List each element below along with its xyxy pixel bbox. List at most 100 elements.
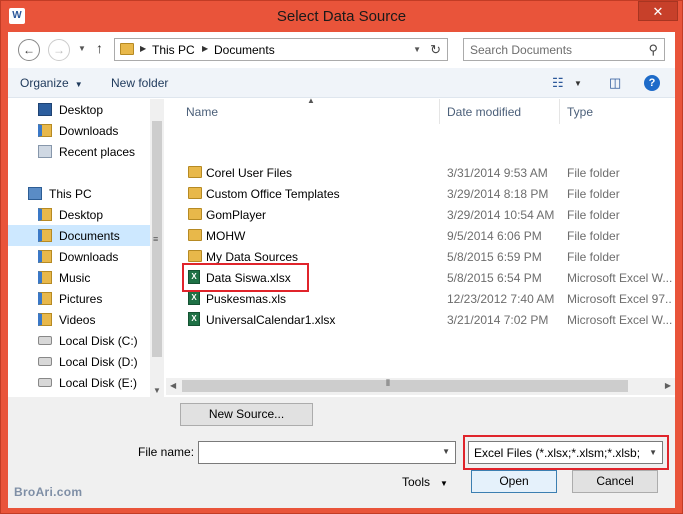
tools-button[interactable]: Tools ▼ — [402, 475, 448, 489]
file-date: 5/8/2015 6:54 PM — [447, 271, 542, 285]
nav-item-local-disk-d[interactable]: Local Disk (D:) — [8, 351, 150, 372]
excel-file-icon: X — [188, 312, 200, 326]
search-box[interactable]: Search Documents ⚲ — [463, 38, 665, 61]
dialog-client: ← → ▼ ↑ ▶ This PC ▶ Documents ▼ ↻ Search… — [8, 32, 675, 508]
address-dropdown-icon[interactable]: ▼ — [413, 45, 421, 54]
folder-icon — [120, 43, 134, 55]
file-type: Microsoft Excel W... — [567, 271, 672, 285]
search-input[interactable]: Search Documents — [470, 43, 572, 57]
file-type: File folder — [567, 229, 620, 243]
scrollbar-grip-icon: ≡ — [153, 234, 159, 244]
highlight-annotation — [182, 263, 309, 292]
nav-item-recent-places[interactable]: Recent places — [8, 141, 150, 162]
cancel-button[interactable]: Cancel — [572, 470, 658, 493]
file-name-field[interactable]: ▼ — [198, 441, 456, 464]
folder-icon — [188, 166, 202, 178]
navigation-bar: ← → ▼ ↑ ▶ This PC ▶ Documents ▼ ↻ Search… — [8, 32, 675, 68]
organize-button[interactable]: Organize ▼ — [20, 76, 83, 90]
nav-item-label: Local Disk (E:) — [59, 376, 138, 390]
table-row[interactable]: Custom Office Templates 3/29/2014 8:18 P… — [166, 183, 666, 204]
nav-item-this-pc[interactable]: This PC — [8, 183, 150, 204]
table-row[interactable]: Corel User Files 3/31/2014 9:53 AM File … — [166, 162, 666, 183]
view-options-icon[interactable]: ☷ — [552, 75, 564, 91]
videos-folder-icon — [38, 313, 52, 326]
breadcrumb-separator-icon: ▶ — [140, 44, 147, 53]
file-date: 5/8/2015 6:59 PM — [447, 250, 542, 264]
nav-item-documents[interactable]: Documents — [8, 225, 150, 246]
folder-icon — [188, 229, 202, 241]
scroll-down-icon[interactable]: ▼ — [153, 386, 161, 395]
column-header-date[interactable]: Date modified — [440, 99, 560, 124]
refresh-icon[interactable]: ↻ — [430, 42, 441, 58]
breadcrumb-separator-icon: ▶ — [202, 44, 209, 53]
breadcrumb-documents[interactable]: Documents — [214, 43, 275, 57]
file-name-label: File name: — [138, 445, 195, 459]
nav-item-label: Videos — [59, 313, 96, 327]
documents-folder-icon — [38, 229, 52, 242]
title-bar[interactable]: W Select Data Source ✕ — [1, 1, 682, 32]
nav-item-videos[interactable]: Videos — [8, 309, 150, 330]
column-header-name[interactable]: Name ▲ — [166, 96, 440, 124]
file-type: File folder — [567, 208, 620, 222]
highlight-annotation — [463, 435, 669, 470]
table-row[interactable]: MOHW 9/5/2014 6:06 PM File folder — [166, 225, 666, 246]
nav-pane-scrollbar[interactable]: ≡ ▼ — [150, 99, 164, 397]
nav-item-label: Downloads — [59, 124, 119, 138]
open-button[interactable]: Open — [471, 470, 557, 493]
column-header-label: Type — [567, 105, 594, 119]
nav-item-pictures[interactable]: Pictures — [8, 288, 150, 309]
drive-icon — [38, 378, 52, 387]
nav-item-local-disk-c[interactable]: Local Disk (C:) — [8, 330, 150, 351]
close-button[interactable]: ✕ — [638, 1, 678, 21]
new-source-button[interactable]: New Source... — [180, 403, 313, 426]
help-icon[interactable]: ? — [644, 75, 660, 91]
chevron-down-icon[interactable]: ▼ — [442, 447, 450, 456]
breadcrumb-this-pc[interactable]: This PC — [152, 43, 195, 57]
file-type: Microsoft Excel W... — [567, 313, 672, 327]
file-name: Custom Office Templates — [206, 187, 340, 201]
nav-item-label: Local Disk (C:) — [59, 334, 138, 348]
nav-item-local-disk-e[interactable]: Local Disk (E:) — [8, 372, 150, 393]
scrollbar-thumb[interactable] — [182, 380, 628, 392]
view-dropdown-icon[interactable]: ▼ — [574, 79, 582, 88]
nav-item-label: Documents — [59, 229, 120, 243]
preview-pane-icon[interactable]: ◫ — [609, 75, 621, 91]
scroll-right-icon[interactable]: ▶ — [665, 381, 671, 390]
downloads-folder-icon — [38, 124, 52, 137]
up-arrow-icon[interactable]: ↑ — [96, 40, 103, 56]
file-date: 3/21/2014 7:02 PM — [447, 313, 549, 327]
file-date: 12/23/2012 7:40 AM — [447, 292, 555, 306]
nav-item-label: Pictures — [59, 292, 103, 306]
table-row[interactable]: GomPlayer 3/29/2014 10:54 AM File folder — [166, 204, 666, 225]
downloads-folder-icon — [38, 250, 52, 263]
column-header-label: Name — [186, 105, 219, 119]
nav-item-downloads[interactable]: Downloads — [8, 246, 150, 267]
file-name: MOHW — [206, 229, 246, 243]
scroll-left-icon[interactable]: ◀ — [170, 381, 176, 390]
file-date: 3/29/2014 10:54 AM — [447, 208, 555, 222]
drive-icon — [38, 336, 52, 345]
search-icon[interactable]: ⚲ — [648, 42, 658, 58]
nav-item-downloads-fav[interactable]: Downloads — [8, 120, 150, 141]
file-type: File folder — [567, 187, 620, 201]
pc-icon — [28, 187, 42, 200]
navigation-pane: Desktop Downloads Recent places This PC … — [8, 99, 164, 397]
nav-item-desktop[interactable]: Desktop — [8, 204, 150, 225]
horizontal-scrollbar[interactable]: ◀ ⦀ ▶ — [166, 378, 675, 395]
tools-label: Tools — [402, 475, 431, 489]
column-header-type[interactable]: Type — [560, 99, 675, 124]
file-type: File folder — [567, 250, 620, 264]
nav-item-label: Recent places — [59, 145, 136, 159]
forward-button[interactable]: → — [48, 39, 70, 61]
nav-item-music[interactable]: Music — [8, 267, 150, 288]
back-button[interactable]: ← — [18, 39, 40, 61]
nav-item-desktop-fav[interactable]: Desktop — [8, 99, 150, 120]
recent-locations-dropdown-icon[interactable]: ▼ — [78, 44, 86, 53]
nav-item-label: Downloads — [59, 250, 119, 264]
table-row[interactable]: X UniversalCalendar1.xlsx 3/21/2014 7:02… — [166, 309, 672, 330]
address-bar[interactable]: ▶ This PC ▶ Documents ▼ ↻ — [114, 38, 448, 61]
watermark: BroAri.com — [14, 485, 83, 499]
music-folder-icon — [38, 271, 52, 284]
new-folder-button[interactable]: New folder — [111, 76, 168, 90]
recent-places-icon — [38, 145, 52, 158]
